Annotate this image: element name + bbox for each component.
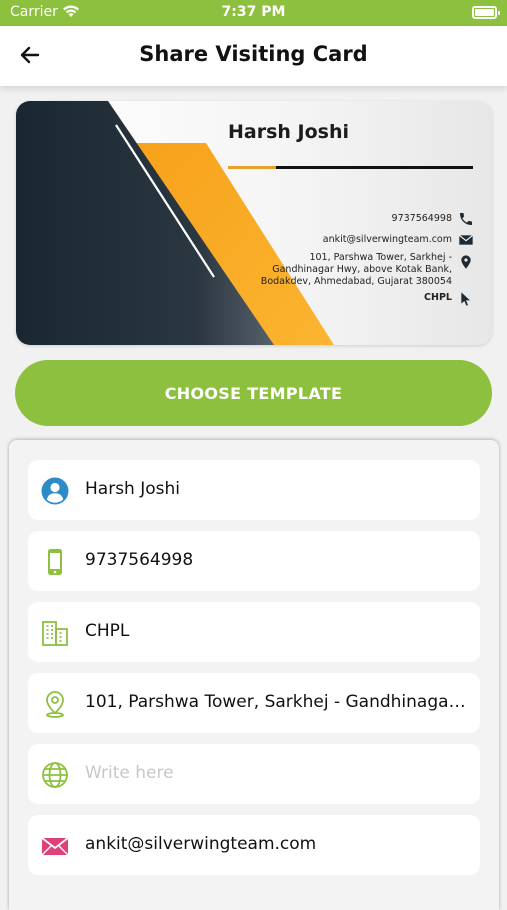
- card-address: 101, Parshwa Tower, Sarkhej - Gandhinaga…: [261, 252, 452, 288]
- building-icon: [40, 618, 70, 648]
- app-header: Share Visiting Card: [0, 26, 507, 86]
- card-company: CHPL: [424, 292, 452, 303]
- phone-field[interactable]: 9737564998: [28, 531, 480, 591]
- name-field-value: Harsh Joshi: [85, 479, 180, 499]
- location-icon: [40, 689, 70, 719]
- mail-icon: [458, 232, 474, 248]
- phone-icon: [458, 211, 474, 227]
- email-field-value: ankit@silverwingteam.com: [85, 834, 317, 854]
- company-field[interactable]: CHPL: [28, 602, 480, 662]
- card-address-line1: 101, Parshwa Tower, Sarkhej -: [309, 252, 452, 263]
- user-icon: [40, 476, 70, 506]
- address-field-value: 101, Parshwa Tower, Sarkhej - Gandhinaga…: [85, 692, 468, 712]
- website-field-placeholder: Write here: [85, 763, 174, 783]
- cursor-icon: [458, 291, 474, 307]
- address-field[interactable]: 101, Parshwa Tower, Sarkhej - Gandhinaga…: [28, 673, 480, 733]
- company-field-value: CHPL: [85, 621, 130, 641]
- name-field[interactable]: Harsh Joshi: [28, 460, 480, 520]
- card-details-form: Harsh Joshi 9737564998 CHPL 101, Parshwa…: [9, 440, 499, 910]
- battery-icon: [472, 6, 500, 19]
- status-bar: Carrier 7:37 PM: [0, 0, 507, 26]
- card-name-underline: [228, 166, 473, 169]
- card-name: Harsh Joshi: [228, 121, 350, 143]
- page-title: Share Visiting Card: [139, 42, 368, 66]
- card-phone: 9737564998: [391, 213, 452, 224]
- location-pin-icon: [458, 254, 474, 270]
- choose-template-button[interactable]: CHOOSE TEMPLATE: [15, 360, 492, 426]
- card-address-line2: Gandhinagar Hwy, above Kotak Bank,: [272, 264, 452, 275]
- mobile-phone-icon: [40, 547, 70, 577]
- card-email: ankit@silverwingteam.com: [322, 234, 452, 245]
- phone-field-value: 9737564998: [85, 550, 194, 570]
- website-field[interactable]: Write here: [28, 744, 480, 804]
- status-time: 7:37 PM: [221, 4, 286, 20]
- visiting-card-preview: Harsh Joshi 9737564998 ankit@silverwingt…: [16, 101, 492, 345]
- email-field[interactable]: ankit@silverwingteam.com: [28, 815, 480, 875]
- card-address-line3: Bodakdev, Ahmedabad, Gujarat 380054: [260, 276, 452, 287]
- mail-icon: [40, 831, 70, 861]
- globe-icon: [40, 760, 70, 790]
